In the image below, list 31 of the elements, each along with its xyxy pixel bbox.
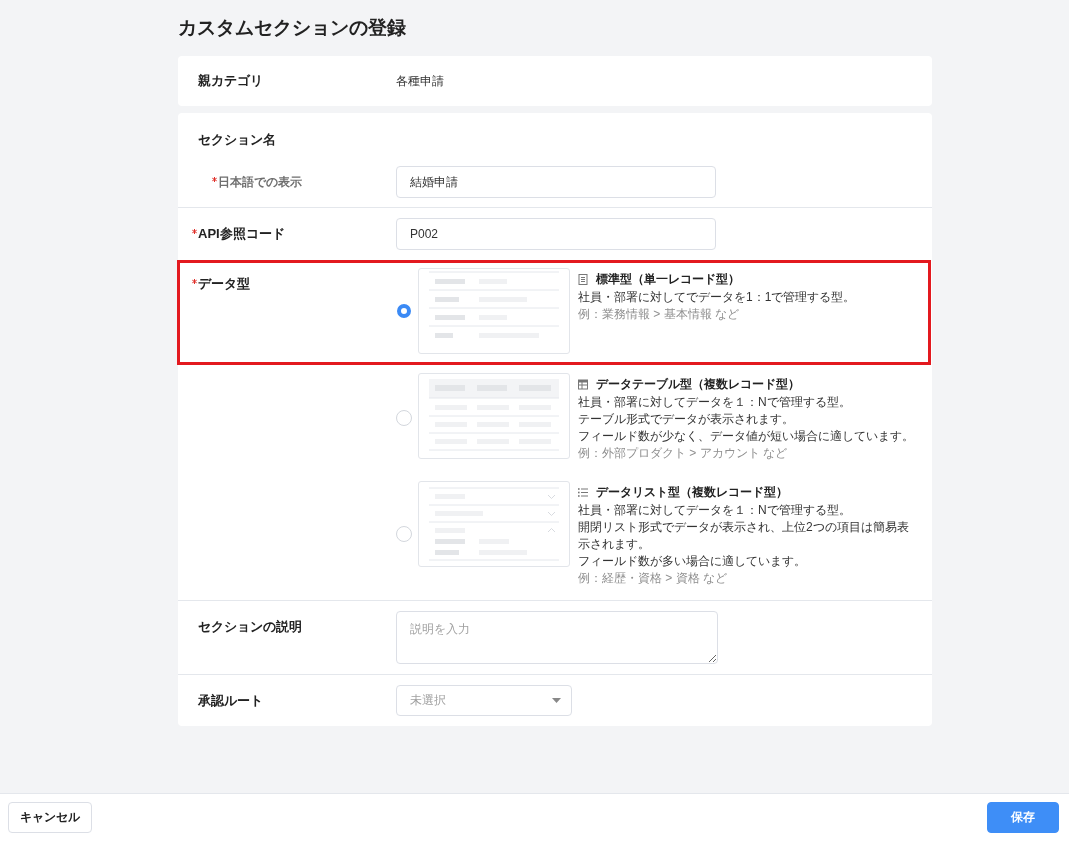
option-example: 例：外部プロダクト > アカウント など	[578, 445, 788, 462]
option-title: 標準型（単一レコード型）	[596, 271, 740, 288]
radio-button[interactable]	[397, 304, 411, 318]
description-textarea[interactable]: 説明を入力	[396, 611, 718, 664]
option-title: データテーブル型（複数レコード型）	[596, 376, 800, 393]
field-label: セクションの説明	[198, 618, 302, 636]
field-value: 各種申請	[396, 72, 444, 90]
option-description: 社員・部署に対してでデータを1：1で管理する型。	[578, 289, 857, 306]
field-label: 承認ルート	[198, 691, 263, 710]
option-description: テーブル形式でデータが表示されます。	[578, 411, 795, 428]
option-title: データリスト型（複数レコード型）	[596, 484, 788, 501]
option-description: フィールド数が少なく、データ値が短い場合に適しています。	[578, 428, 915, 445]
option-description: 開閉リスト形式でデータが表示され、上位2つの項目は簡易表示されます。	[578, 519, 910, 553]
list-icon	[578, 487, 588, 498]
cancel-button[interactable]: キャンセル	[8, 802, 92, 833]
table-icon	[578, 379, 588, 390]
field-label: 日本語での表示	[218, 174, 302, 191]
option-description: 社員・部署に対してデータを１：Nで管理する型。	[578, 502, 852, 519]
option-description: 社員・部署に対してデータを１：Nで管理する型。	[578, 394, 852, 411]
field-label: 親カテゴリ	[198, 72, 263, 90]
option-description: フィールド数が多い場合に適しています。	[578, 553, 807, 570]
field-label: データ型	[198, 275, 250, 293]
caret-down-icon	[552, 698, 561, 703]
document-icon	[578, 274, 588, 285]
input-field[interactable]: 結婚申請	[396, 166, 716, 198]
option-example: 例：経歴・資格 > 資格 など	[578, 570, 728, 587]
section-heading: セクション名	[198, 132, 276, 147]
option-example: 例：業務情報 > 基本情報 など	[578, 306, 740, 323]
input-field[interactable]: P002	[396, 218, 716, 250]
page-title: カスタムセクションの登録	[178, 16, 407, 40]
field-label: API参照コード	[198, 225, 285, 243]
